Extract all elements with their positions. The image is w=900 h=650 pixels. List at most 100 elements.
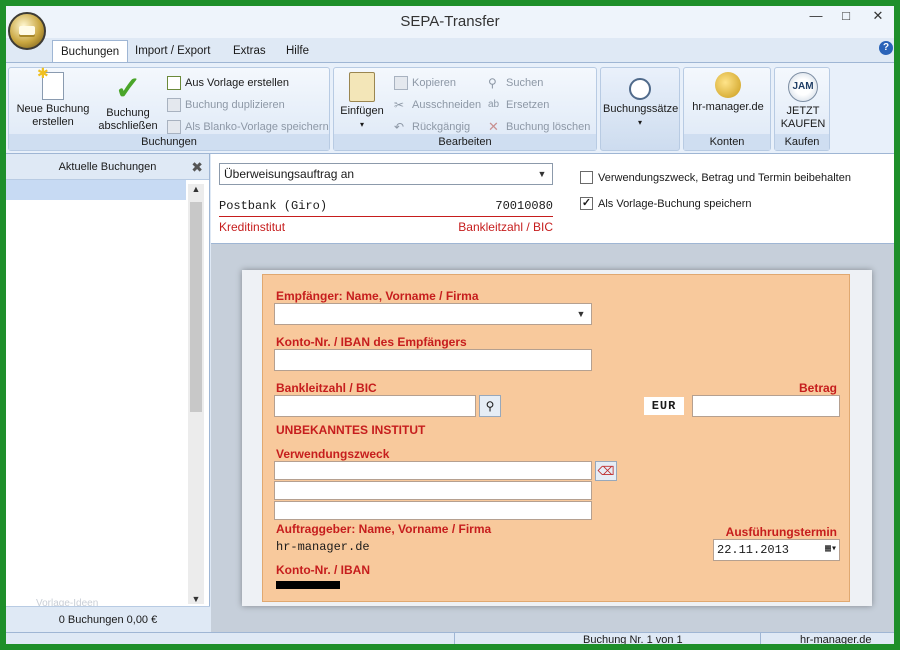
order-type-select[interactable]: Überweisungsauftrag an ▼	[219, 163, 553, 185]
tab-hilfe[interactable]: Hilfe	[278, 40, 317, 62]
calendar-icon[interactable]: ▦▾	[825, 542, 837, 558]
clock-icon	[629, 78, 651, 100]
tab-import-export[interactable]: Import / Export	[127, 40, 218, 62]
window-title: SEPA-Transfer	[400, 13, 500, 30]
bookings-panel-header: Aktuelle Buchungen ✖	[6, 154, 209, 180]
keep-values-checkbox[interactable]: Verwendungszweck, Betrag und Termin beib…	[580, 171, 851, 185]
duplicate-label: Buchung duplizieren	[185, 99, 285, 111]
save-blank-label: Als Blanko-Vorlage speichern	[185, 121, 329, 133]
execution-date-value: 22.11.2013	[717, 543, 790, 557]
status-record: Buchung Nr. 1 von 1	[583, 634, 683, 644]
scroll-up-icon[interactable]: ▲	[188, 184, 204, 194]
save-template-icon	[167, 120, 181, 134]
copy-label: Kopieren	[412, 77, 457, 89]
new-booking-button[interactable]: ✱ Neue Buchung erstellen	[15, 66, 91, 129]
coins-icon	[715, 72, 741, 98]
bank-name: Postbank (Giro)	[219, 199, 328, 213]
clipboard-icon	[349, 72, 375, 102]
maximize-button[interactable]: □	[832, 6, 860, 28]
sender-label: Auftraggeber: Name, Vorname / Firma	[276, 522, 492, 536]
execution-date-picker[interactable]: 22.11.2013 ▦▾	[713, 539, 840, 561]
duplicate-button[interactable]: Buchung duplizieren	[167, 96, 285, 114]
search-button[interactable]: ⚲ Suchen	[488, 74, 543, 92]
purpose-line-2[interactable]	[274, 481, 592, 500]
group-buchungen: ✱ Neue Buchung erstellen ✓ Buchung absch…	[8, 66, 330, 151]
buy-now-button[interactable]: JAM JETZT KAUFEN	[777, 72, 829, 131]
save-as-template-checkbox[interactable]: ✓ Als Vorlage-Buchung speichern	[580, 197, 751, 211]
tab-extras[interactable]: Extras	[225, 40, 274, 62]
save-as-template-label: Als Vorlage-Buchung speichern	[598, 198, 752, 210]
eraser-icon[interactable]: ⌫	[595, 461, 617, 481]
search-label: Suchen	[506, 77, 544, 89]
copy-icon	[394, 76, 408, 90]
scrollbar-thumb[interactable]	[190, 202, 202, 412]
purpose-line-1[interactable]	[274, 461, 592, 480]
account-button[interactable]: hr-manager.de	[686, 72, 770, 114]
close-window-button[interactable]: ✕	[864, 6, 892, 28]
list-item-selected[interactable]	[6, 180, 186, 200]
chevron-down-icon: ▾	[359, 120, 364, 129]
minimize-button[interactable]: —	[802, 6, 830, 28]
bookings-list[interactable]	[6, 180, 186, 600]
main-area: Überweisungsauftrag an ▼ Postbank (Giro)…	[211, 154, 894, 632]
account-label: Konto-Nr. / IBAN des Empfängers	[276, 335, 467, 349]
status-separator	[454, 633, 455, 644]
purpose-line-3[interactable]	[274, 501, 592, 520]
sender-value: hr-manager.de	[276, 540, 370, 554]
status-site: hr-manager.de	[800, 634, 872, 644]
recipient-iban-field[interactable]	[274, 349, 592, 371]
title-bar: SEPA-Transfer — □ ✕	[6, 6, 894, 38]
divider	[219, 216, 553, 217]
keep-values-label: Verwendungszweck, Betrag und Termin beib…	[598, 172, 851, 184]
blz-label: Bankleitzahl / BIC	[276, 381, 377, 395]
close-booking-button[interactable]: ✓ Buchung abschließen	[93, 72, 163, 133]
scroll-down-icon[interactable]: ▼	[188, 594, 204, 604]
checkbox-checked-icon[interactable]: ✓	[580, 197, 593, 210]
order-header: Überweisungsauftrag an ▼ Postbank (Giro)…	[211, 154, 894, 244]
recipient-select[interactable]: ▼	[274, 303, 592, 325]
close-panel-icon[interactable]: ✖	[191, 154, 203, 180]
blz-field[interactable]	[274, 395, 476, 417]
execution-date-label: Ausführungstermin	[725, 525, 837, 539]
bookings-panel: Aktuelle Buchungen ✖ ▲ ▼ Vorlage-Ideen 0…	[6, 154, 210, 632]
chevron-down-icon[interactable]: ▼	[573, 306, 589, 322]
group-bearbeiten-label: Bearbeiten	[334, 134, 596, 150]
new-document-icon: ✱	[37, 66, 64, 100]
recipient-label: Empfänger: Name, Vorname / Firma	[276, 289, 479, 303]
delete-label: Buchung löschen	[506, 121, 591, 133]
copy-button[interactable]: Kopieren	[394, 74, 456, 92]
tab-buchungen[interactable]: Buchungen	[52, 40, 129, 62]
records-label: Buchungssätze	[603, 103, 679, 115]
chevron-down-icon[interactable]: ▼	[534, 166, 550, 182]
from-template-button[interactable]: Aus Vorlage erstellen	[167, 74, 289, 92]
template-add-icon	[167, 76, 181, 90]
transfer-form-card: Empfänger: Name, Vorname / Firma ▼ Konto…	[242, 270, 872, 606]
help-icon[interactable]: ?	[879, 41, 893, 55]
ribbon-tabs: Buchungen Import / Export Extras Hilfe	[6, 38, 894, 62]
paste-button[interactable]: Einfügen ▾	[338, 72, 386, 131]
replace-button[interactable]: ab Ersetzen	[488, 96, 549, 114]
group-konten: hr-manager.de Konten	[683, 67, 771, 151]
bank-code: 70010080	[495, 199, 553, 213]
app-menu-orb-icon[interactable]	[8, 12, 46, 50]
chevron-down-icon: ▾	[637, 118, 642, 127]
delete-icon: ✕	[488, 119, 499, 134]
app-window: SEPA-Transfer — □ ✕ Buchungen Import / E…	[6, 6, 894, 644]
status-bar: Buchung Nr. 1 von 1 hr-manager.de	[6, 632, 894, 644]
cut-button[interactable]: ✂ Ausschneiden	[394, 96, 481, 114]
records-button[interactable]: Buchungssätze ▾	[603, 74, 679, 129]
checkbox-box[interactable]	[580, 171, 593, 184]
duplicate-icon	[167, 98, 181, 112]
amount-field[interactable]	[692, 395, 840, 417]
jam-logo-icon: JAM	[788, 72, 818, 102]
group-bearbeiten: Einfügen ▾ Kopieren ✂ Ausschneiden ↶ Rüc…	[333, 67, 597, 151]
close-booking-label: Buchung abschließen	[98, 107, 158, 132]
replace-label: Ersetzen	[506, 99, 550, 111]
bank-lookup-search-icon[interactable]: ⚲	[479, 395, 501, 417]
bookings-scrollbar[interactable]: ▲ ▼	[188, 184, 204, 604]
purpose-label: Verwendungszweck	[276, 447, 390, 461]
from-template-label: Aus Vorlage erstellen	[185, 77, 289, 89]
new-booking-label: Neue Buchung erstellen	[16, 103, 90, 128]
undo-icon: ↶	[394, 120, 405, 134]
bank-code-label: Bankleitzahl / BIC	[458, 220, 553, 234]
